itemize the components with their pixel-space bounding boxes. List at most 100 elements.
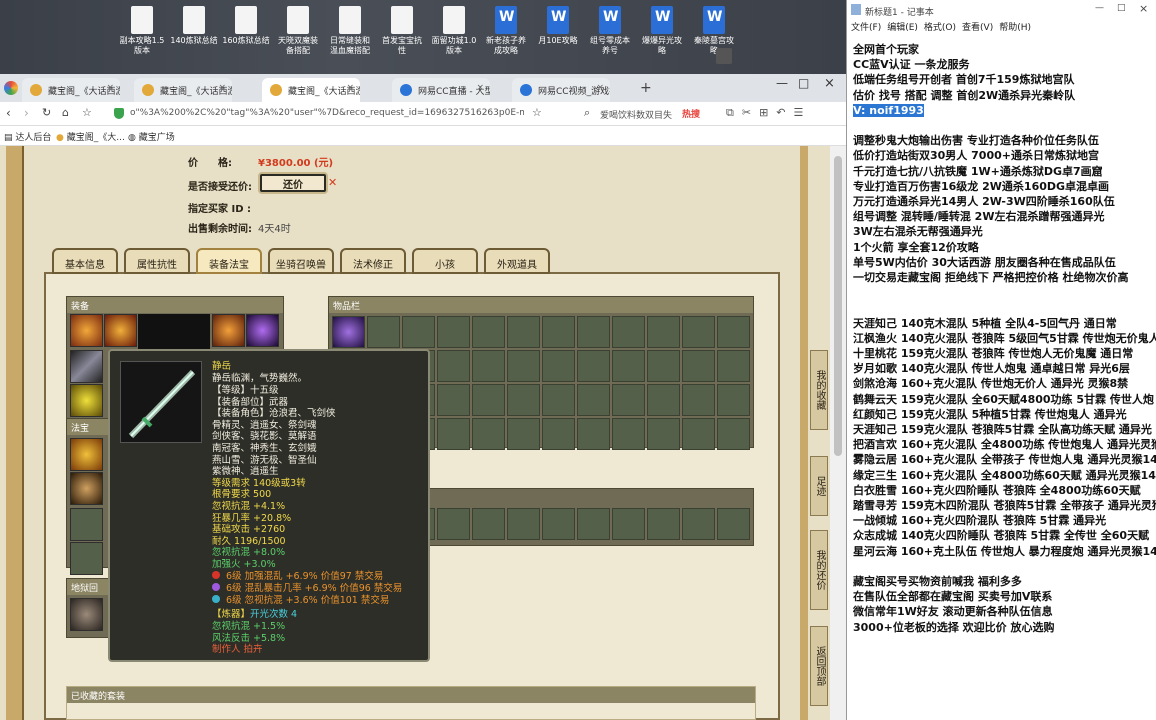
inventory-slot[interactable]	[437, 384, 470, 416]
inventory-slot[interactable]	[577, 384, 610, 416]
word-file-icon[interactable]: 月10E攻略	[534, 6, 582, 68]
new-tab-icon[interactable]: +	[640, 80, 652, 96]
inventory-slot[interactable]	[472, 418, 505, 450]
notepad-text-area[interactable]: 全网首个玩家 CC蓝V认证 一条龙服务 低端任务组号开创者 首创7千159炼狱地…	[847, 38, 1156, 720]
inventory-slot[interactable]	[542, 316, 575, 348]
inventory-slot[interactable]	[472, 384, 505, 416]
inventory-slot[interactable]	[612, 316, 645, 348]
inventory-slot[interactable]	[717, 384, 750, 416]
page-scrollbar[interactable]	[830, 146, 846, 720]
inventory-slot[interactable]	[542, 350, 575, 382]
inventory-slot[interactable]	[472, 350, 505, 382]
word-file-icon[interactable]: 组号零成本 养号	[586, 6, 634, 68]
minimize-icon[interactable]: —	[1095, 3, 1104, 13]
tab-mounts[interactable]: 坐骑召唤兽	[268, 248, 334, 274]
inventory-slot[interactable]	[367, 316, 400, 348]
fabao-slot[interactable]	[70, 472, 103, 505]
inventory-slot[interactable]	[472, 316, 505, 348]
my-offers-button[interactable]: 我的还价	[810, 530, 828, 610]
inventory-slot[interactable]	[682, 384, 715, 416]
inventory-slot[interactable]	[717, 350, 750, 382]
document-file-icon[interactable]: 140炼狱总结	[170, 6, 218, 68]
close-icon[interactable]: ×	[346, 83, 354, 93]
inventory-item[interactable]	[332, 316, 365, 348]
inventory-slot[interactable]	[682, 316, 715, 348]
inventory-slot[interactable]	[402, 316, 435, 348]
inventory-slot[interactable]	[647, 350, 680, 382]
notepad-menu-item[interactable]: 帮助(H)	[999, 23, 1031, 33]
inventory-slot[interactable]	[437, 418, 470, 450]
inventory-slot[interactable]	[577, 350, 610, 382]
bookmark-item[interactable]: ◍ 藏宝广场	[128, 130, 175, 143]
inventory-slot[interactable]	[507, 418, 540, 450]
document-file-icon[interactable]: 首发宝宝抗 性	[378, 6, 426, 68]
inventory-slot[interactable]	[437, 316, 470, 348]
inventory-slot[interactable]	[437, 350, 470, 382]
shortcut-icon[interactable]	[700, 6, 748, 68]
word-file-icon[interactable]: 新老孩子养 成攻略	[482, 6, 530, 68]
inventory-slot[interactable]	[647, 316, 680, 348]
notepad-menu-item[interactable]: 格式(O)	[924, 23, 956, 33]
word-file-icon[interactable]: 爆爆异光攻 略	[638, 6, 686, 68]
selected-text[interactable]: V: noif1993	[853, 103, 924, 117]
back-icon[interactable]: ‹	[6, 106, 11, 120]
search-field[interactable]: 爱喝饮料数双目失	[600, 108, 680, 121]
minimize-icon[interactable]: —	[776, 76, 788, 90]
reload-icon[interactable]: ↻	[42, 106, 51, 119]
inventory-slot[interactable]	[542, 384, 575, 416]
inventory-slot[interactable]	[647, 418, 680, 450]
equip-slot-weapon[interactable]	[70, 350, 103, 383]
inventory-slot[interactable]	[682, 350, 715, 382]
close-icon[interactable]: ×	[476, 83, 484, 93]
document-file-icon[interactable]: 面留功城1.0 版本	[430, 6, 478, 68]
bookmark-item[interactable]: ▤ 达人后台	[4, 130, 51, 143]
document-file-icon[interactable]: 天晓双魔装 备搭配	[274, 6, 322, 68]
close-icon[interactable]: ×	[106, 83, 114, 93]
equip-slot-ring[interactable]	[246, 314, 279, 347]
inventory-slot[interactable]	[682, 418, 715, 450]
close-icon[interactable]: ×	[218, 83, 226, 93]
back-to-top-button[interactable]: 返回顶部	[810, 626, 828, 706]
my-favorites-button[interactable]: 我的收藏	[810, 350, 828, 430]
browser-tab[interactable]: 藏宝阁_《大话西游2》×	[134, 78, 232, 102]
document-file-icon[interactable]: 日常缝装和 温血魔搭配	[326, 6, 374, 68]
hot-search-badge[interactable]: 热搜	[682, 107, 700, 120]
inventory-slot[interactable]	[507, 384, 540, 416]
document-file-icon[interactable]: 副本攻略1.5 版本	[118, 6, 166, 68]
equip-slot-belt[interactable]	[70, 384, 103, 417]
fabao-slot-empty[interactable]	[70, 542, 103, 575]
inventory-slot[interactable]	[612, 350, 645, 382]
home-icon[interactable]: ⌂	[62, 106, 69, 119]
close-window-icon[interactable]: ×	[824, 76, 835, 91]
tab-spell-fix[interactable]: 法术修正	[340, 248, 406, 274]
inventory-slot[interactable]	[612, 418, 645, 450]
storage-slot[interactable]	[472, 508, 505, 540]
browser-tab-active[interactable]: 藏宝阁_《大话西游2》×	[262, 78, 360, 102]
inventory-slot[interactable]	[717, 418, 750, 450]
browser-tab[interactable]: 网易CC视频_游戏视频×	[512, 78, 610, 102]
equip-slot-necklace[interactable]	[104, 314, 137, 347]
storage-slot[interactable]	[437, 508, 470, 540]
fabao-slot-empty[interactable]	[70, 508, 103, 541]
notepad-menu-item[interactable]: 查看(V)	[962, 23, 993, 33]
maximize-icon[interactable]: □	[1117, 3, 1126, 13]
storage-slot[interactable]	[577, 508, 610, 540]
inventory-slot[interactable]	[612, 384, 645, 416]
scrollbar-thumb[interactable]	[834, 156, 842, 456]
close-icon[interactable]: ×	[596, 83, 604, 93]
storage-slot[interactable]	[682, 508, 715, 540]
bookmark-item[interactable]: ● 藏宝阁_《大...	[56, 130, 125, 143]
footprint-button[interactable]: 足迹	[810, 456, 828, 516]
tab-attributes[interactable]: 属性抗性	[124, 248, 190, 274]
storage-slot[interactable]	[507, 508, 540, 540]
browser-tab[interactable]: 网易CC直播 - 大型游×	[392, 78, 490, 102]
storage-slot[interactable]	[717, 508, 750, 540]
inventory-slot[interactable]	[507, 350, 540, 382]
storage-slot[interactable]	[647, 508, 680, 540]
bookmark-star-icon[interactable]: ☆	[532, 106, 542, 119]
maximize-icon[interactable]: □	[798, 76, 809, 90]
tab-equipment[interactable]: 装备法宝	[196, 248, 262, 274]
ground-slot[interactable]	[70, 598, 103, 631]
url-field[interactable]: o"%3A%200%2C%20"tag"%3A%20"user"%7D&reco…	[130, 108, 524, 118]
notepad-menu-item[interactable]: 文件(F)	[851, 23, 881, 33]
